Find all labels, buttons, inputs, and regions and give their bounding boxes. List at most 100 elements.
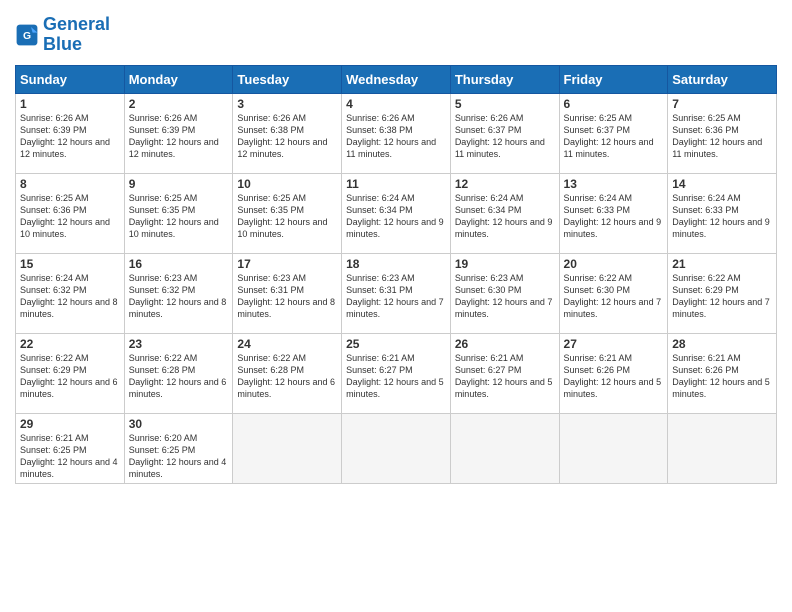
calendar-cell: 2 Sunrise: 6:26 AM Sunset: 6:39 PM Dayli… <box>124 93 233 173</box>
calendar-cell: 26 Sunrise: 6:21 AM Sunset: 6:27 PM Dayl… <box>450 333 559 413</box>
day-info: Sunrise: 6:23 AM Sunset: 6:30 PM Dayligh… <box>455 272 555 321</box>
sunset-label: Sunset: 6:25 PM <box>129 445 196 455</box>
sunset-label: Sunset: 6:38 PM <box>237 125 304 135</box>
calendar-cell: 29 Sunrise: 6:21 AM Sunset: 6:25 PM Dayl… <box>16 413 125 484</box>
weekday-header-friday: Friday <box>559 65 668 93</box>
sunset-label: Sunset: 6:34 PM <box>455 205 522 215</box>
day-number: 6 <box>564 97 664 111</box>
day-number: 11 <box>346 177 446 191</box>
sunset-label: Sunset: 6:29 PM <box>20 365 87 375</box>
weekday-header-saturday: Saturday <box>668 65 777 93</box>
sunset-label: Sunset: 6:39 PM <box>129 125 196 135</box>
calendar-cell: 21 Sunrise: 6:22 AM Sunset: 6:29 PM Dayl… <box>668 253 777 333</box>
weekday-header-wednesday: Wednesday <box>342 65 451 93</box>
day-info: Sunrise: 6:25 AM Sunset: 6:36 PM Dayligh… <box>672 112 772 161</box>
sunrise-label: Sunrise: 6:20 AM <box>129 433 198 443</box>
day-number: 7 <box>672 97 772 111</box>
day-info: Sunrise: 6:24 AM Sunset: 6:34 PM Dayligh… <box>346 192 446 241</box>
calendar-cell: 20 Sunrise: 6:22 AM Sunset: 6:30 PM Dayl… <box>559 253 668 333</box>
day-info: Sunrise: 6:23 AM Sunset: 6:31 PM Dayligh… <box>237 272 337 321</box>
sunrise-label: Sunrise: 6:25 AM <box>672 113 741 123</box>
daylight-label: Daylight: 12 hours and 9 minutes. <box>672 217 770 239</box>
calendar-week-2: 8 Sunrise: 6:25 AM Sunset: 6:36 PM Dayli… <box>16 173 777 253</box>
day-number: 17 <box>237 257 337 271</box>
daylight-label: Daylight: 12 hours and 6 minutes. <box>20 377 118 399</box>
calendar-cell: 5 Sunrise: 6:26 AM Sunset: 6:37 PM Dayli… <box>450 93 559 173</box>
day-number: 25 <box>346 337 446 351</box>
calendar-cell <box>668 413 777 484</box>
daylight-label: Daylight: 12 hours and 6 minutes. <box>129 377 227 399</box>
sunset-label: Sunset: 6:37 PM <box>455 125 522 135</box>
logo-icon: G <box>15 23 39 47</box>
calendar-cell: 10 Sunrise: 6:25 AM Sunset: 6:35 PM Dayl… <box>233 173 342 253</box>
day-number: 21 <box>672 257 772 271</box>
sunset-label: Sunset: 6:33 PM <box>564 205 631 215</box>
weekday-header-thursday: Thursday <box>450 65 559 93</box>
day-number: 15 <box>20 257 120 271</box>
daylight-label: Daylight: 12 hours and 6 minutes. <box>237 377 335 399</box>
day-info: Sunrise: 6:23 AM Sunset: 6:31 PM Dayligh… <box>346 272 446 321</box>
day-info: Sunrise: 6:25 AM Sunset: 6:37 PM Dayligh… <box>564 112 664 161</box>
day-number: 18 <box>346 257 446 271</box>
sunrise-label: Sunrise: 6:22 AM <box>564 273 633 283</box>
sunset-label: Sunset: 6:34 PM <box>346 205 413 215</box>
day-number: 28 <box>672 337 772 351</box>
day-number: 16 <box>129 257 229 271</box>
calendar-week-4: 22 Sunrise: 6:22 AM Sunset: 6:29 PM Dayl… <box>16 333 777 413</box>
sunrise-label: Sunrise: 6:21 AM <box>20 433 89 443</box>
daylight-label: Daylight: 12 hours and 11 minutes. <box>672 137 762 159</box>
page-header: G General Blue <box>15 15 777 55</box>
calendar-cell: 17 Sunrise: 6:23 AM Sunset: 6:31 PM Dayl… <box>233 253 342 333</box>
sunrise-label: Sunrise: 6:26 AM <box>346 113 415 123</box>
day-info: Sunrise: 6:23 AM Sunset: 6:32 PM Dayligh… <box>129 272 229 321</box>
calendar-header-row: SundayMondayTuesdayWednesdayThursdayFrid… <box>16 65 777 93</box>
day-number: 14 <box>672 177 772 191</box>
sunset-label: Sunset: 6:27 PM <box>455 365 522 375</box>
sunrise-label: Sunrise: 6:22 AM <box>672 273 741 283</box>
day-info: Sunrise: 6:25 AM Sunset: 6:36 PM Dayligh… <box>20 192 120 241</box>
calendar-week-5: 29 Sunrise: 6:21 AM Sunset: 6:25 PM Dayl… <box>16 413 777 484</box>
sunrise-label: Sunrise: 6:24 AM <box>564 193 633 203</box>
calendar-cell <box>342 413 451 484</box>
day-info: Sunrise: 6:26 AM Sunset: 6:39 PM Dayligh… <box>20 112 120 161</box>
logo-blue: Blue <box>43 34 82 54</box>
sunrise-label: Sunrise: 6:25 AM <box>129 193 198 203</box>
calendar-cell: 19 Sunrise: 6:23 AM Sunset: 6:30 PM Dayl… <box>450 253 559 333</box>
sunrise-label: Sunrise: 6:24 AM <box>20 273 89 283</box>
daylight-label: Daylight: 12 hours and 11 minutes. <box>564 137 654 159</box>
calendar-cell: 12 Sunrise: 6:24 AM Sunset: 6:34 PM Dayl… <box>450 173 559 253</box>
sunrise-label: Sunrise: 6:24 AM <box>346 193 415 203</box>
sunset-label: Sunset: 6:29 PM <box>672 285 739 295</box>
calendar-cell: 18 Sunrise: 6:23 AM Sunset: 6:31 PM Dayl… <box>342 253 451 333</box>
daylight-label: Daylight: 12 hours and 11 minutes. <box>346 137 436 159</box>
logo: G General Blue <box>15 15 110 55</box>
day-number: 19 <box>455 257 555 271</box>
daylight-label: Daylight: 12 hours and 12 minutes. <box>129 137 219 159</box>
sunrise-label: Sunrise: 6:26 AM <box>20 113 89 123</box>
sunrise-label: Sunrise: 6:24 AM <box>672 193 741 203</box>
daylight-label: Daylight: 12 hours and 5 minutes. <box>346 377 444 399</box>
day-info: Sunrise: 6:25 AM Sunset: 6:35 PM Dayligh… <box>129 192 229 241</box>
day-info: Sunrise: 6:22 AM Sunset: 6:30 PM Dayligh… <box>564 272 664 321</box>
calendar-cell: 25 Sunrise: 6:21 AM Sunset: 6:27 PM Dayl… <box>342 333 451 413</box>
sunset-label: Sunset: 6:31 PM <box>237 285 304 295</box>
daylight-label: Daylight: 12 hours and 7 minutes. <box>346 297 444 319</box>
calendar-cell: 8 Sunrise: 6:25 AM Sunset: 6:36 PM Dayli… <box>16 173 125 253</box>
daylight-label: Daylight: 12 hours and 5 minutes. <box>564 377 662 399</box>
logo-text: General Blue <box>43 15 110 55</box>
sunrise-label: Sunrise: 6:23 AM <box>346 273 415 283</box>
day-number: 12 <box>455 177 555 191</box>
sunrise-label: Sunrise: 6:22 AM <box>20 353 89 363</box>
day-info: Sunrise: 6:21 AM Sunset: 6:27 PM Dayligh… <box>455 352 555 401</box>
sunset-label: Sunset: 6:37 PM <box>564 125 631 135</box>
calendar-week-1: 1 Sunrise: 6:26 AM Sunset: 6:39 PM Dayli… <box>16 93 777 173</box>
calendar-cell: 16 Sunrise: 6:23 AM Sunset: 6:32 PM Dayl… <box>124 253 233 333</box>
day-number: 26 <box>455 337 555 351</box>
day-info: Sunrise: 6:26 AM Sunset: 6:39 PM Dayligh… <box>129 112 229 161</box>
daylight-label: Daylight: 12 hours and 9 minutes. <box>346 217 444 239</box>
sunset-label: Sunset: 6:39 PM <box>20 125 87 135</box>
day-number: 2 <box>129 97 229 111</box>
sunrise-label: Sunrise: 6:21 AM <box>346 353 415 363</box>
calendar-cell: 7 Sunrise: 6:25 AM Sunset: 6:36 PM Dayli… <box>668 93 777 173</box>
logo-general: General <box>43 14 110 34</box>
